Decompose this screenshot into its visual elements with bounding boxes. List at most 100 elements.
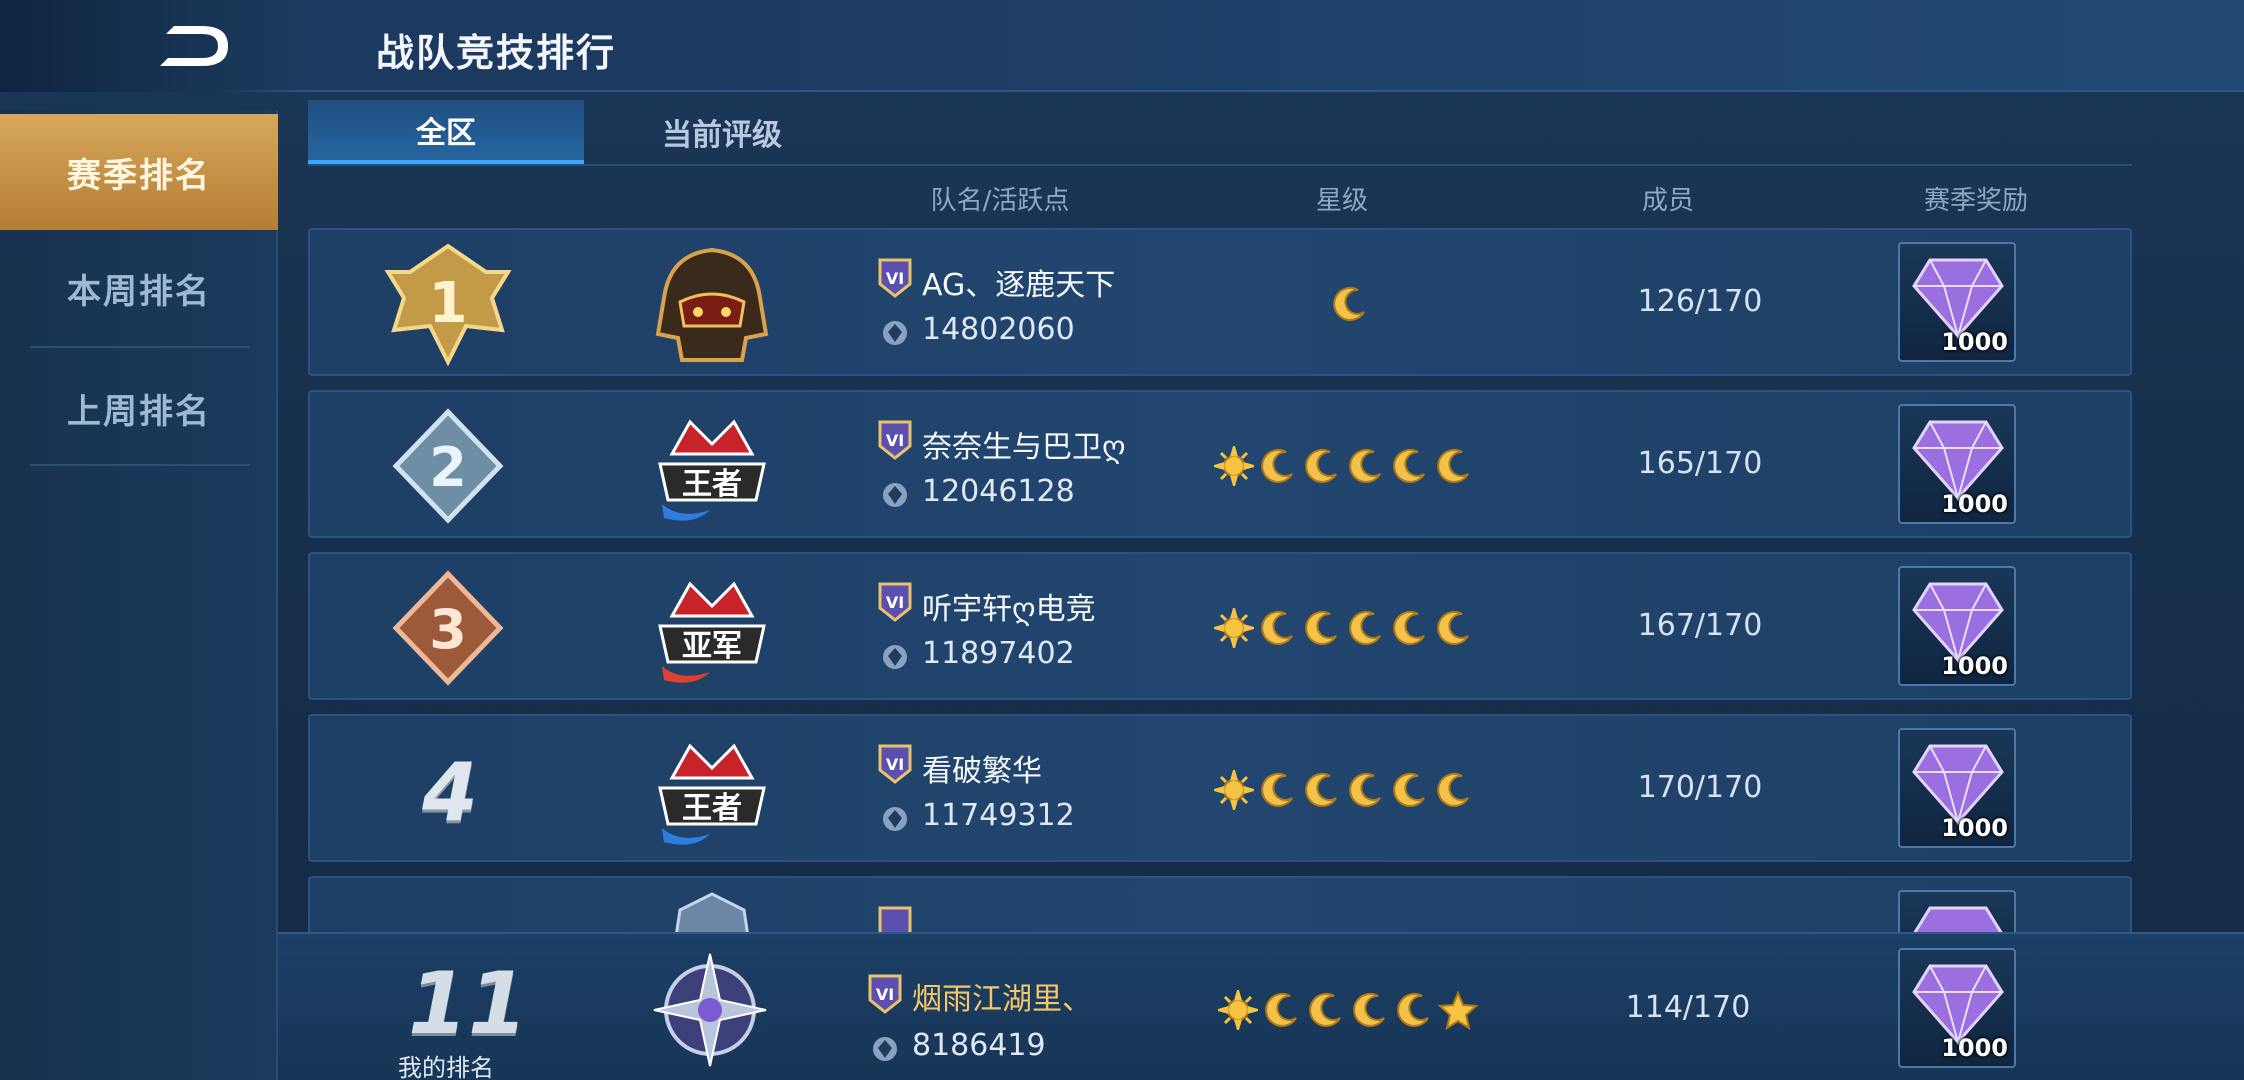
sidebar-item-label: 本周排名 (67, 271, 211, 312)
activity-points-icon (883, 807, 907, 831)
silver-rank-badge-icon: 2 (392, 408, 504, 524)
sun-icon (1214, 446, 1254, 486)
rank-number: 2 (429, 436, 467, 499)
svg-text:王者: 王者 (682, 467, 742, 502)
star-rating (1214, 770, 1474, 810)
sidebar-item-label: 赛季排名 (67, 155, 211, 196)
tier-vi-icon: VI (878, 582, 912, 622)
activity-points-icon (883, 483, 907, 507)
season-reward-diamond[interactable]: 1000 (1898, 566, 2016, 686)
column-header-stars: 星级 (1315, 186, 1368, 216)
moon-icon (1393, 773, 1425, 807)
my-rank-bar[interactable]: 11 我的排名 VI 烟雨江湖里、 8186419 114/170 1000 (278, 932, 2244, 1080)
tab-all-region[interactable]: 全区 (308, 100, 584, 164)
king-crown-icon: 王者 (658, 419, 766, 521)
moon-icon (1349, 449, 1381, 483)
tier-vi-icon: VI (878, 420, 912, 460)
sun-icon (1214, 608, 1254, 648)
reward-amount: 1000 (1941, 652, 2008, 680)
table-row[interactable]: 3 亚军 VI 听宇轩ღ电竞 11897402 167/170 1000 (308, 552, 2132, 700)
moon-icon (1393, 449, 1425, 483)
diamond-icon (1912, 258, 2004, 340)
moon-icon (1261, 611, 1293, 645)
table-row[interactable]: 1 VI AG、逐鹿天下 14802060 126/170 1000 (308, 228, 2132, 376)
my-team-name: 烟雨江湖里、 (912, 982, 1092, 1017)
sidebar-divider (30, 464, 250, 466)
king-crown-icon: 王者 (658, 743, 766, 845)
sidebar-item-season-rank[interactable]: 赛季排名 (0, 114, 278, 230)
team-name: 看破繁华 (922, 754, 1042, 789)
sidebar-item-last-week-rank[interactable]: 上周排名 (0, 350, 278, 466)
my-rank-label: 我的排名 (398, 1054, 494, 1080)
reward-amount: 1000 (1941, 328, 2008, 356)
column-header-members: 成员 (1641, 186, 1694, 216)
svg-text:王者: 王者 (682, 791, 742, 826)
activity-points-icon (883, 645, 907, 669)
activity-points: 14802060 (922, 312, 1075, 347)
member-count: 165/170 (1637, 446, 1763, 481)
my-season-reward-diamond[interactable]: 1000 (1898, 948, 2016, 1068)
back-button[interactable] (0, 0, 310, 92)
moon-icon (1349, 611, 1381, 645)
member-count: 126/170 (1637, 284, 1763, 319)
member-count: 167/170 (1637, 608, 1763, 643)
team-name: AG、逐鹿天下 (922, 268, 1116, 303)
svg-text:VI: VI (886, 431, 904, 450)
table-row[interactable]: 4 王者 VI 看破繁华 11749312 170/170 1000 (308, 714, 2132, 862)
compass-star-icon (653, 953, 767, 1067)
moon-icon (1349, 773, 1381, 807)
diamond-icon (1912, 420, 2004, 502)
star-rating (1330, 284, 1370, 324)
moon-icon (1305, 611, 1337, 645)
helmet-icon (655, 247, 769, 362)
top-bar: 战队竞技排行 (0, 0, 2244, 92)
back-arrow-icon (160, 26, 228, 66)
sidebar: 赛季排名 本周排名 上周排名 (0, 110, 278, 1080)
team-name: 听宇轩ღ电竞 (922, 592, 1096, 627)
season-reward-diamond[interactable]: 1000 (1898, 404, 2016, 524)
sidebar-item-this-week-rank[interactable]: 本周排名 (0, 230, 278, 346)
bronze-rank-badge-icon: 3 (392, 570, 504, 686)
runner-up-crown-icon: 亚军 (658, 581, 766, 683)
star-rating (1214, 446, 1474, 486)
season-reward-diamond[interactable]: 1000 (1898, 242, 2016, 362)
diamond-icon (1912, 964, 2004, 1046)
my-member-count: 114/170 (1625, 990, 1751, 1025)
svg-text:亚军: 亚军 (682, 629, 742, 664)
moon-icon (1437, 773, 1469, 807)
my-activity-points: 8186419 (912, 1028, 1046, 1063)
tab-divider (308, 164, 2132, 166)
gold-rank-badge-icon: 1 (384, 243, 512, 366)
moon-icon (1437, 611, 1469, 645)
rank-number: 3 (429, 598, 467, 661)
moon-icon (1353, 993, 1385, 1027)
svg-text:VI: VI (886, 755, 904, 774)
star-rating (1214, 608, 1474, 648)
moon-icon (1309, 993, 1341, 1027)
tab-current-rating[interactable]: 当前评级 (584, 100, 860, 164)
table-row[interactable]: 2 王者 VI 奈奈生与巴卫ღ 12046128 165/170 1000 (308, 390, 2132, 538)
sidebar-item-label: 上周排名 (67, 391, 211, 432)
reward-amount: 1000 (1941, 814, 2008, 842)
svg-text:VI: VI (886, 269, 904, 288)
moon-icon (1305, 449, 1337, 483)
moon-icon (1437, 449, 1469, 483)
column-header-reward: 赛季奖励 (1923, 186, 2028, 216)
sun-icon (1214, 770, 1254, 810)
reward-amount: 1000 (1941, 1034, 2008, 1062)
column-header-team: 队名/活跃点 (930, 186, 1070, 216)
tier-vi-icon: VI (878, 258, 912, 298)
activity-points: 11749312 (922, 798, 1075, 833)
tier-vi-icon: VI (878, 744, 912, 784)
tier-vi-icon: VI (868, 974, 902, 1014)
moon-icon (1305, 773, 1337, 807)
svg-text:VI: VI (876, 985, 894, 1004)
team-name: 奈奈生与巴卫ღ (922, 430, 1126, 465)
page-title: 战队竞技排行 (376, 31, 617, 75)
sun-icon (1218, 990, 1258, 1030)
member-count: 170/170 (1637, 770, 1763, 805)
diamond-icon (1912, 744, 2004, 826)
activity-points: 11897402 (922, 636, 1075, 671)
my-rank-number: 11 (408, 954, 528, 1054)
season-reward-diamond[interactable]: 1000 (1898, 728, 2016, 848)
